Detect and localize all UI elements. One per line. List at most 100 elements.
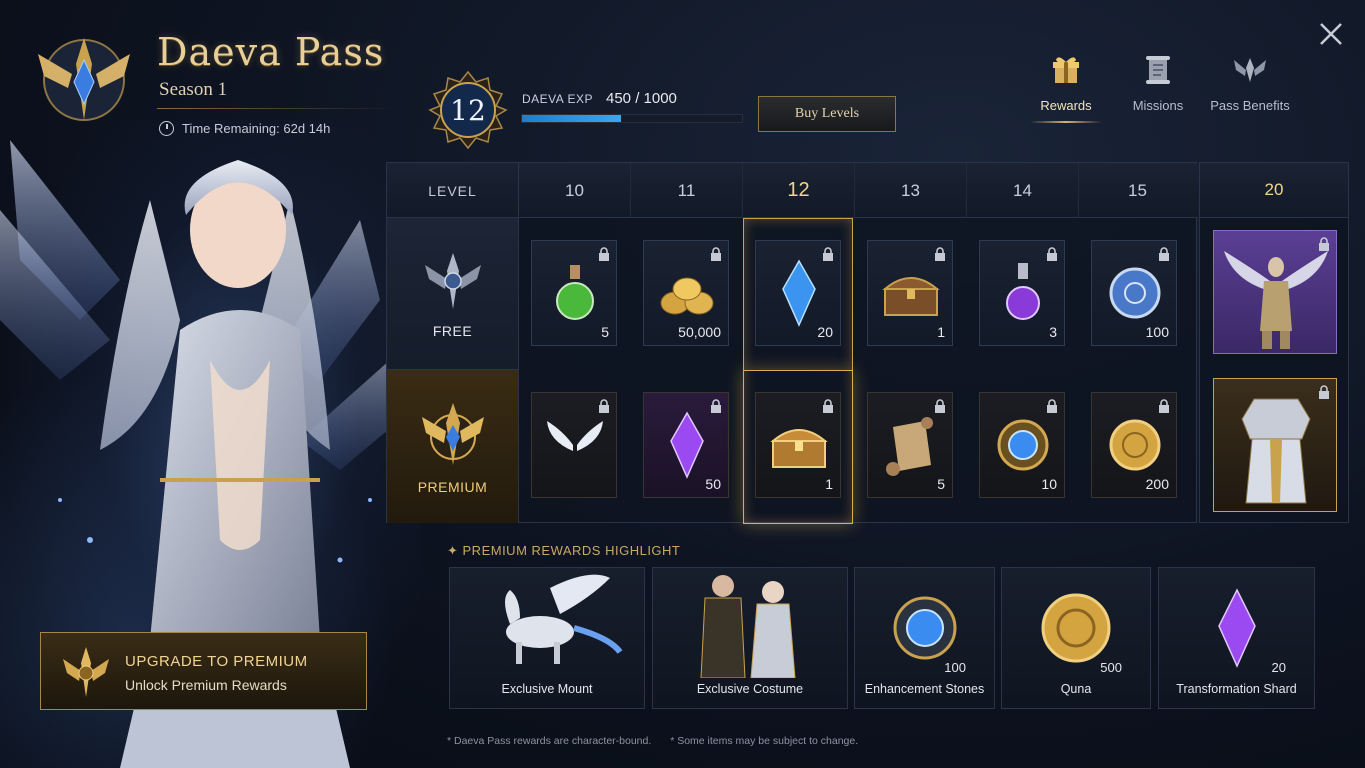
premium-reward-level-10[interactable] [531,392,617,498]
buy-levels-button[interactable]: Buy Levels [758,96,896,132]
highlight-name: Exclusive Mount [501,682,593,696]
tab-rewards[interactable]: Rewards [1020,52,1112,123]
tab-rewards-label: Rewards [1040,98,1092,113]
page-title: Daeva Pass [157,30,385,74]
free-reward-level-12[interactable]: 20 [755,240,841,346]
free-reward-level-10[interactable]: 5 [531,240,617,346]
reward-quantity: 50 [705,476,721,492]
highlight-quantity: 100 [944,660,966,675]
title-divider [157,108,397,109]
level-14-header: 14 [967,163,1079,218]
close-icon[interactable] [1317,20,1345,48]
silver-armor-costume-icon [1241,398,1311,504]
rewards-grid: LEVEL 10 11 12 13 14 15 FREE PREMIUM 5 5… [386,162,1198,524]
footnotes: * Daeva Pass rewards are character-bound… [447,735,874,747]
scroll-icon [1146,56,1170,84]
footnote-character-bound: * Daeva Pass rewards are character-bound… [447,735,652,747]
free-reward-level-14[interactable]: 3 [979,240,1065,346]
footnote-subject-to-change: * Some items may be subject to change. [670,735,859,747]
upgrade-to-premium-button[interactable]: UPGRADE TO PREMIUM Unlock Premium Reward… [40,632,367,710]
reward-quantity: 1 [825,476,833,492]
level-header-label: LEVEL [387,163,519,218]
highlight-title: ✦ PREMIUM REWARDS HIGHLIGHT [447,543,680,559]
white-wings-icon [547,421,603,451]
capstone-column: 20 [1199,162,1349,523]
highlight-exclusive-mount[interactable]: Exclusive Mount [449,567,645,709]
level-20-header: 20 [1200,163,1348,218]
scroll-icon [886,417,933,476]
upgrade-title: UPGRADE TO PREMIUM [125,653,308,670]
reward-quantity: 10 [1041,476,1057,492]
green-potion-icon [556,265,594,320]
premium-reward-level-14[interactable]: 10 [979,392,1065,498]
reward-quantity: 100 [1145,324,1169,340]
gold-coin-icon [1109,419,1161,471]
tab-missions-label: Missions [1132,98,1184,113]
highlight-quantity: 500 [1100,660,1122,675]
daeva-emblem-icon [38,38,130,121]
reward-quantity: 20 [817,324,833,340]
premium-reward-level-15[interactable]: 200 [1091,392,1177,498]
premium-reward-level-13[interactable]: 5 [867,392,953,498]
highlight-name: Exclusive Costume [696,682,804,696]
exp-progress-fill [522,115,621,122]
wings-emblem-icon [1234,58,1266,82]
highlight-quantity: 20 [1271,660,1286,675]
premium-reward-level-12[interactable]: 1 [755,392,841,498]
highlight-name: Quna [1060,682,1092,696]
level-11-header: 11 [631,163,743,218]
treasure-chest-icon [882,277,940,316]
highlight-name: Transformation Shard [1176,682,1297,696]
exp-value: 450 / 1000 [606,90,677,107]
reward-quantity: 5 [601,324,609,340]
reward-quantity: 1 [937,324,945,340]
blue-coin-icon [1109,267,1161,319]
highlight-name: Enhancement Stones [864,682,985,696]
golden-chest-icon [770,429,828,468]
premium-track-text: PREMIUM [417,478,488,495]
costume-pair-icon [700,575,796,679]
tab-pass-benefits[interactable]: Pass Benefits [1204,52,1296,113]
time-remaining: Time Remaining: 62d 14h [159,121,330,136]
exp-label: DAEVA EXP [522,92,593,106]
highlight-quna[interactable]: 500 Quna [1001,567,1151,709]
reward-quantity: 50,000 [678,324,721,340]
season-label: Season 1 [159,79,228,100]
quna-coin-icon [1041,593,1111,663]
premium-track-emblem-icon [421,402,484,465]
current-level-number: 12 [450,93,486,127]
free-track-text: FREE [432,322,473,339]
level-12-header: 12 [743,163,855,218]
level-15-header: 15 [1128,180,1147,200]
highlight-transformation-shard[interactable]: 20 Transformation Shard [1158,567,1315,709]
highlight-exclusive-costume[interactable]: Exclusive Costume [652,567,848,709]
premium-track-label: PREMIUM [387,370,519,523]
blue-crystal-icon [782,259,816,327]
free-track-emblem-icon [424,252,481,309]
premium-reward-level-11[interactable]: 50 [643,392,729,498]
exp-progress-bar [521,114,743,123]
free-reward-level-13[interactable]: 1 [867,240,953,346]
gold-coins-icon [660,277,714,315]
free-reward-level-15[interactable]: 100 [1091,240,1177,346]
highlight-title-text: PREMIUM REWARDS HIGHLIGHT [462,543,681,558]
pegasus-icon [505,574,623,664]
highlight-enhancement-stones[interactable]: 100 Enhancement Stones [854,567,995,709]
highlight-row: Exclusive Mount Exclusive Costume 100 En… [447,567,1317,709]
time-remaining-text: Time Remaining: 62d 14h [182,121,331,136]
free-reward-level-11[interactable]: 50,000 [643,240,729,346]
lock-icon [1319,385,1329,399]
lock-icon [1319,237,1329,251]
level-header-row: LEVEL 10 11 12 13 14 15 [387,163,1198,218]
enhancement-stone-icon [893,596,957,660]
purple-potion-icon [1006,263,1040,320]
level-10-header: 10 [519,163,631,218]
purple-crystal-icon [670,411,704,479]
capstone-premium-reward[interactable] [1213,378,1337,512]
sparkle-icon: ✦ [447,543,463,558]
tab-missions[interactable]: Missions [1112,52,1204,113]
capstone-free-reward[interactable] [1213,230,1337,354]
top-nav: Rewards Missions Pass Benefits [1020,52,1296,123]
premium-emblem-icon [63,647,109,697]
free-track-label: FREE [387,218,519,370]
